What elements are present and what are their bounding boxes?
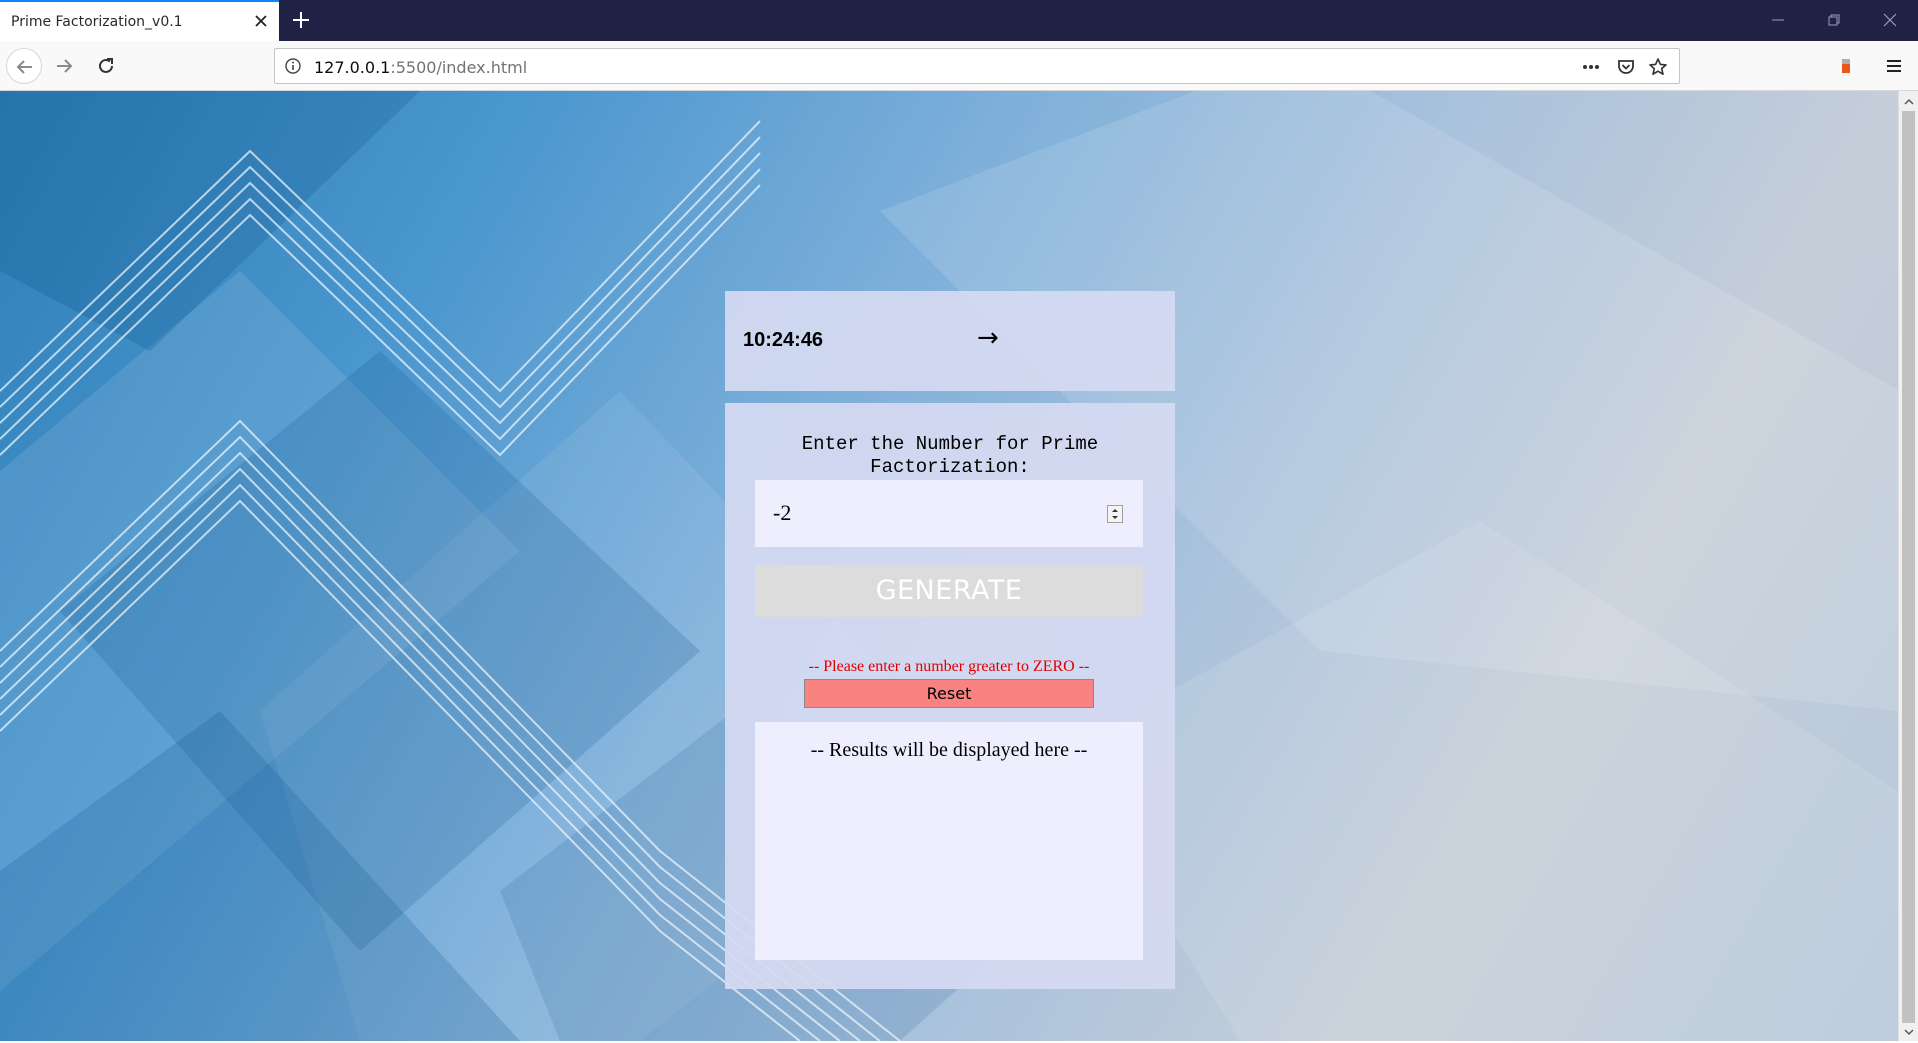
forward-arrow-icon	[57, 59, 73, 73]
reload-button[interactable]	[88, 48, 124, 84]
forward-button[interactable]	[46, 48, 82, 84]
scroll-down-icon[interactable]	[1903, 1025, 1915, 1037]
pocket-icon[interactable]	[1616, 57, 1636, 77]
clock-time: 10:24:46	[743, 329, 824, 351]
results-box: -- Results will be displayed here --	[755, 722, 1143, 960]
page-scrollbar[interactable]	[1898, 91, 1918, 1041]
factorization-panel: Enter the Number for Prime Factorization…	[725, 403, 1175, 989]
url-path: :5500/index.html	[390, 58, 528, 77]
more-icon[interactable]	[1581, 57, 1601, 77]
browser-tab[interactable]: Prime Factorization_v0.1	[0, 0, 279, 41]
arrow-icon[interactable]: →	[977, 323, 999, 353]
star-icon[interactable]	[1648, 57, 1668, 77]
plus-icon[interactable]	[290, 9, 312, 31]
reload-icon	[99, 58, 113, 73]
results-placeholder: -- Results will be displayed here --	[810, 739, 1088, 761]
address-bar[interactable]: 127.0.0.1:5500/index.html	[274, 48, 1680, 84]
hamburger-menu-icon[interactable]	[1884, 56, 1904, 76]
clock-panel: 10:24:46 →	[725, 291, 1175, 391]
extension-icon[interactable]	[1836, 56, 1856, 76]
number-input-value: -2	[773, 500, 792, 525]
info-icon[interactable]	[284, 57, 302, 80]
url-text[interactable]: 127.0.0.1:5500/index.html	[314, 58, 527, 77]
scroll-thumb[interactable]	[1902, 111, 1915, 1023]
minimize-icon[interactable]	[1770, 12, 1786, 28]
page-viewport: 10:24:46 → Enter the Number for Prime Fa…	[0, 91, 1898, 1041]
restore-icon[interactable]	[1826, 12, 1842, 28]
generate-button[interactable]: GENERATE	[755, 565, 1143, 617]
number-spinner[interactable]	[1107, 505, 1123, 523]
error-message: -- Please enter a number greater to ZERO…	[808, 658, 1090, 675]
scroll-up-icon[interactable]	[1903, 95, 1915, 107]
url-host: 127.0.0.1	[314, 58, 391, 77]
tab-title: Prime Factorization_v0.1	[11, 14, 183, 30]
reset-button[interactable]: Reset	[804, 679, 1094, 708]
back-arrow-icon	[16, 60, 32, 74]
back-button[interactable]	[6, 48, 42, 84]
tab-strip: Prime Factorization_v0.1	[0, 0, 1918, 41]
input-prompt: Enter the Number for Prime Factorization…	[801, 433, 1099, 478]
navigation-toolbar: 127.0.0.1:5500/index.html	[0, 41, 1918, 91]
window-close-icon[interactable]	[1882, 12, 1898, 28]
number-input[interactable]: -2	[755, 480, 1143, 547]
close-icon[interactable]	[251, 11, 271, 31]
spinner-arrows-icon	[1112, 509, 1118, 519]
